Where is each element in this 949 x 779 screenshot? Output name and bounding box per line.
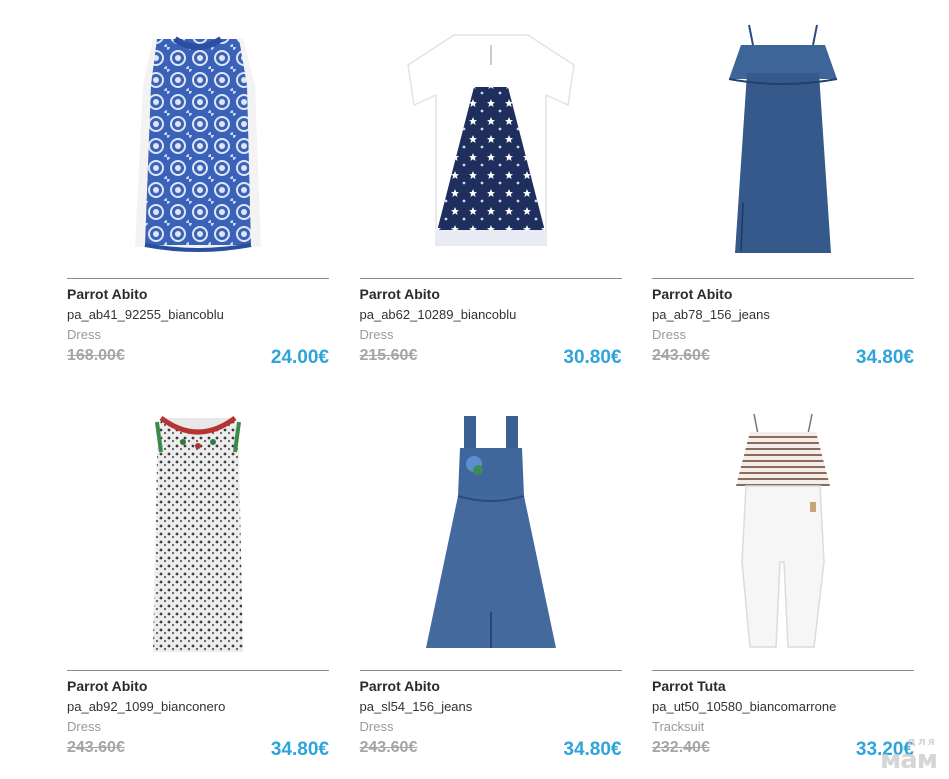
product-category: Dress [67,327,101,342]
star-dress-image[interactable] [360,16,622,264]
product-card[interactable]: Parrot Abito pa_ab41_92255_biancoblu Dre… [67,0,329,392]
product-brand[interactable]: Parrot Tuta [652,678,726,694]
product-brand[interactable]: Parrot Abito [67,286,147,302]
lace-dress-image[interactable] [67,16,329,264]
product-sku: pa_ab62_10289_biancoblu [359,307,517,322]
old-price: 232.40€ [652,739,710,756]
product-card[interactable]: Parrot Abito pa_ab62_10289_biancoblu Dre… [359,0,622,392]
product-category: Dress [67,719,101,734]
card-divider [67,278,329,279]
sale-price: 34.80€ [563,739,622,760]
denim-pinafore-image[interactable] [360,410,622,658]
product-category: Dress [359,719,394,734]
product-category: Dress [652,327,686,342]
product-card[interactable]: Parrot Abito pa_sl54_156_jeans Dress 243… [359,392,622,779]
site-watermark: для мам [879,736,938,775]
card-divider [359,278,622,279]
card-divider [652,670,914,671]
old-price: 243.60€ [359,739,418,756]
product-brand[interactable]: Parrot Abito [652,286,732,302]
jumpsuit-image[interactable] [652,410,914,658]
product-brand[interactable]: Parrot Abito [360,286,440,302]
product-brand[interactable]: Parrot Abito [360,678,440,694]
product-category: Tracksuit [652,719,705,734]
denim-slip-dress-image[interactable] [652,16,914,264]
product-category: Dress [359,327,394,342]
sale-price: 30.80€ [563,347,622,368]
card-divider [67,670,329,671]
sale-price: 34.80€ [270,739,329,760]
product-grid: Parrot Abito pa_ab41_92255_biancoblu Dre… [67,0,914,779]
old-price: 215.60€ [359,347,418,364]
old-price: 243.60€ [652,347,710,364]
product-card[interactable]: Parrot Abito pa_ab92_1099_bianconero Dre… [67,392,329,779]
old-price: 168.00€ [67,347,125,364]
product-brand[interactable]: Parrot Abito [67,678,147,694]
product-sku: pa_ab92_1099_bianconero [67,699,226,714]
sale-price: 24.00€ [270,347,329,368]
product-card[interactable]: Parrot Tuta pa_ut50_10580_biancomarrone … [652,392,914,779]
watermark-line-2: мам [879,745,938,775]
product-sku: pa_sl54_156_jeans [359,699,473,714]
sale-price: 34.80€ [855,347,914,368]
product-sku: pa_ab41_92255_biancoblu [67,307,224,322]
product-sku: pa_ut50_10580_biancomarrone [652,699,837,714]
print-dress-image[interactable] [67,410,329,658]
product-card[interactable]: Parrot Abito pa_ab78_156_jeans Dress 243… [652,0,914,392]
card-divider [652,278,914,279]
product-sku: pa_ab78_156_jeans [652,307,770,322]
card-divider [359,670,622,671]
old-price: 243.60€ [67,739,125,756]
